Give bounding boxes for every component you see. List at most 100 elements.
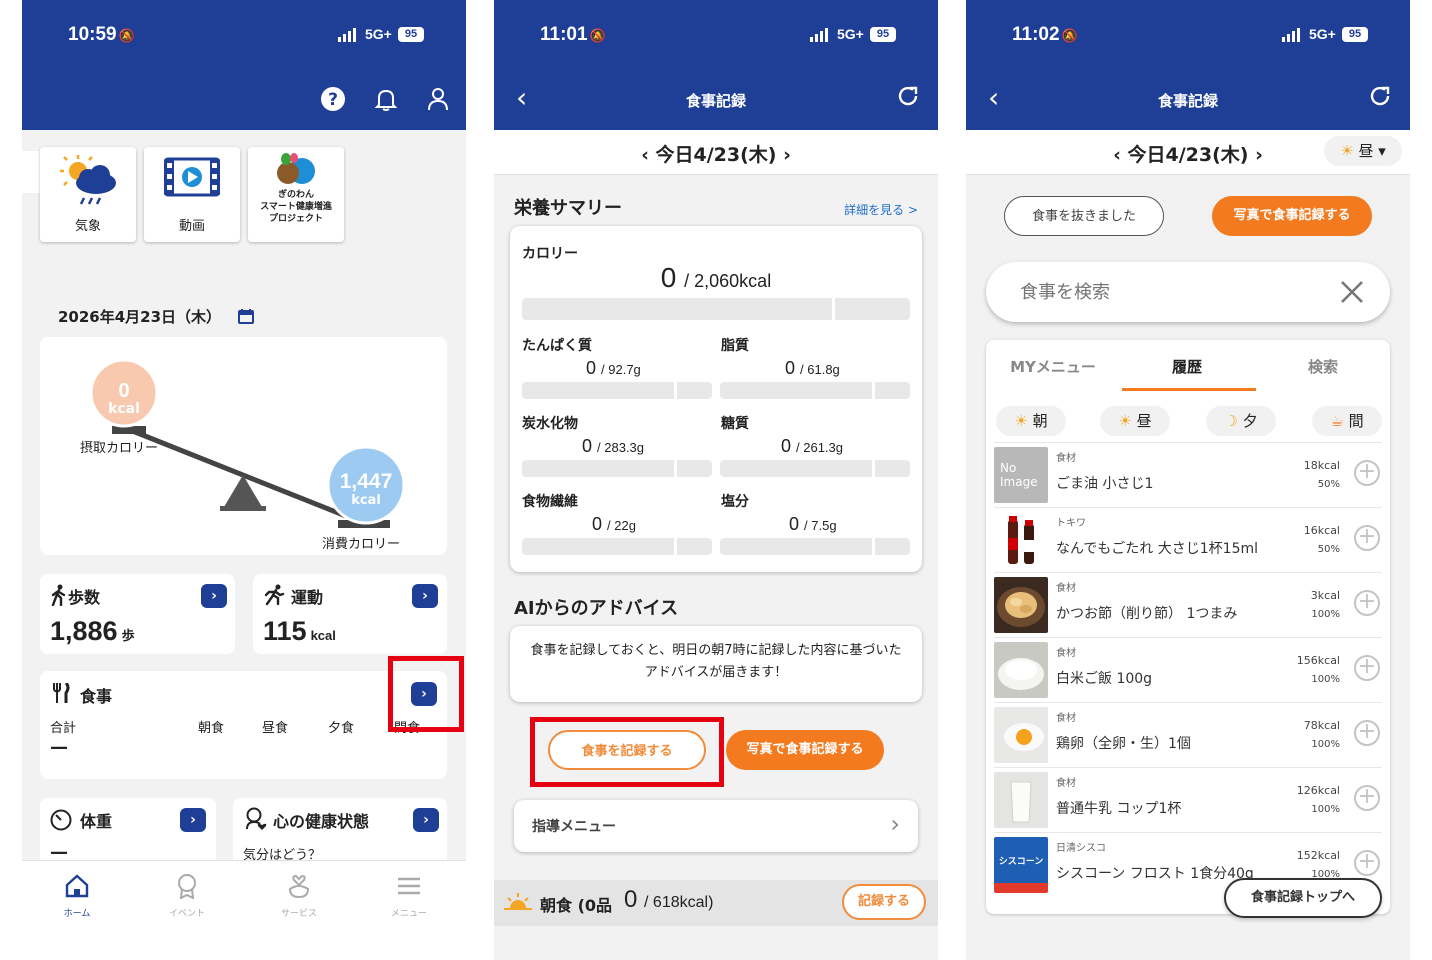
back-to-top-button[interactable]: 食事記録トップへ xyxy=(1224,878,1382,918)
nav-menu[interactable]: メニュー xyxy=(364,873,454,919)
meal-card[interactable]: 食事 › 合計 朝食 昼食 夕食 間食 — xyxy=(40,671,447,779)
refresh-icon[interactable] xyxy=(896,84,920,108)
tile-video[interactable]: 動画 xyxy=(144,147,240,242)
calorie-label: カロリー xyxy=(522,246,578,262)
summary-title: 栄養サマリー xyxy=(514,198,622,219)
help-icon[interactable]: ? xyxy=(320,86,346,112)
intake-label: 摂取カロリー xyxy=(80,441,159,456)
mental-chevron-icon[interactable]: › xyxy=(413,808,439,832)
nav-label: ホーム xyxy=(63,909,91,919)
signal-icon xyxy=(810,28,828,42)
food-category: 食材 xyxy=(1056,778,1076,789)
nav-home[interactable]: ホーム xyxy=(32,873,122,919)
intake-value: 0 xyxy=(118,380,130,402)
nutrient-target: / 22g xyxy=(607,518,636,533)
breakfast-bar: 朝食 (0品 0 / 618kcal) 記録する xyxy=(494,880,938,926)
hamburger-icon xyxy=(398,877,420,895)
silent-bell-icon: 🔕 xyxy=(1061,28,1078,43)
add-food-icon[interactable]: + xyxy=(1354,720,1380,746)
tab-my-menu[interactable]: MYメニュー xyxy=(988,356,1118,377)
food-item[interactable]: トキワ なんでもごたれ 大さじ1杯15ml 16kcal 50% + xyxy=(994,508,1382,573)
nutrient-target: / 61.8g xyxy=(800,362,840,377)
food-item[interactable]: 食材 かつお節（削り節） 1つまみ 3kcal 100% + xyxy=(994,573,1382,638)
tile-ginowan-project[interactable]: ぎのわん スマート健康増進 プロジェクト xyxy=(248,147,344,242)
network-label: 5G+ xyxy=(1309,26,1336,42)
tab-search[interactable]: 検索 xyxy=(1258,356,1388,377)
home-date: 2026年4月23日（木） xyxy=(58,308,222,326)
close-icon[interactable] xyxy=(1340,280,1364,304)
meal-col-lunch: 昼食 xyxy=(262,721,289,736)
add-food-icon[interactable]: + xyxy=(1354,590,1380,616)
add-food-icon[interactable]: + xyxy=(1354,655,1380,681)
tile-weather[interactable]: 気象 xyxy=(40,147,136,242)
add-food-icon[interactable]: + xyxy=(1354,850,1380,876)
exercise-chevron-icon[interactable]: › xyxy=(412,584,438,608)
weight-chevron-icon[interactable]: › xyxy=(180,808,206,832)
exercise-card[interactable]: 運動 › 115 kcal xyxy=(253,574,447,654)
nutrient-target: / 7.5g xyxy=(804,518,837,533)
filter-label: 朝 xyxy=(1032,412,1048,430)
food-name: シスコーン フロスト 1食分40g xyxy=(1056,866,1254,882)
nutrient-label: 脂質 xyxy=(721,338,749,354)
add-food-icon[interactable]: + xyxy=(1354,525,1380,551)
home-header: 526pt ? xyxy=(22,72,466,193)
breakfast-label: 朝食 (0品 xyxy=(540,896,613,915)
meal-col-breakfast: 朝食 xyxy=(198,721,225,736)
guidance-menu-label: 指導メニュー xyxy=(532,819,616,835)
filter-lunch[interactable]: ☀ 昼 xyxy=(1100,406,1170,436)
nav-event[interactable]: イベント xyxy=(142,873,232,919)
food-item[interactable]: No Image 食材 ごま油 小さじ1 18kcal 50% + xyxy=(994,443,1382,508)
walking-icon xyxy=(51,584,66,606)
nutrient-target: / 92.7g xyxy=(601,362,641,377)
food-item[interactable]: 食材 鶏卵（全卵・生）1個 78kcal 100% + xyxy=(994,703,1382,768)
filter-label: 昼 xyxy=(1136,412,1152,430)
food-item[interactable]: 食材 普通牛乳 コップ1杯 126kcal 100% + xyxy=(994,768,1382,833)
advice-text: 食事を記録しておくと、明日の朝7時に記録した内容に基づいたアドバイスが届きます！ xyxy=(530,643,902,680)
steps-card[interactable]: 歩数 › 1,886 歩 xyxy=(40,574,235,654)
steps-chevron-icon[interactable]: › xyxy=(201,584,227,608)
add-food-icon[interactable]: + xyxy=(1354,460,1380,486)
status-bar: 11:02 🔕 5G+ 95 xyxy=(966,0,1410,72)
record-header: ‹ 食事記録 xyxy=(494,72,938,130)
nutrient-label: 食物繊維 xyxy=(522,494,578,510)
nav-service[interactable]: サービス xyxy=(254,873,344,919)
detail-link[interactable]: 詳細を見る > xyxy=(844,201,918,218)
add-food-icon[interactable]: + xyxy=(1354,785,1380,811)
advice-title: AIからのアドバイス xyxy=(514,598,679,619)
user-icon[interactable] xyxy=(425,86,451,112)
prev-day-icon[interactable]: ‹ xyxy=(641,144,655,166)
skip-meal-button[interactable]: 食事を抜きました xyxy=(1004,196,1164,236)
next-day-icon[interactable]: › xyxy=(776,144,791,166)
nutrient-label: 塩分 xyxy=(721,494,749,510)
battery-icon: 95 xyxy=(1342,27,1368,42)
food-search-input[interactable] xyxy=(1018,276,1322,308)
tab-history[interactable]: 履歴 xyxy=(1122,356,1252,377)
sauce-bottle-image xyxy=(994,512,1048,568)
photo-record-button[interactable]: 写真で食事記録する xyxy=(1212,196,1372,236)
home-screen: 10:59🔕 5G+ 95 526pt ? 気象 動画 ぎのわ xyxy=(22,0,466,960)
guidance-menu[interactable]: 指導メニュー › xyxy=(514,800,918,852)
bell-icon[interactable] xyxy=(373,86,399,112)
food-search[interactable] xyxy=(986,262,1390,322)
refresh-icon[interactable] xyxy=(1368,84,1392,108)
filter-dinner[interactable]: ☽ 夕 xyxy=(1206,406,1276,436)
prev-day-icon[interactable]: ‹ xyxy=(1113,144,1127,166)
weight-title: 体重 xyxy=(80,812,113,831)
filter-breakfast[interactable]: ☀ 朝 xyxy=(996,406,1066,436)
steps-value: 1,886 xyxy=(50,616,118,646)
food-image: No Image xyxy=(994,447,1048,503)
food-item[interactable]: 食材 白米ご飯 100g 156kcal 100% + xyxy=(994,638,1382,703)
food-category: 日清シスコ xyxy=(1056,843,1106,854)
tab-underline xyxy=(1122,388,1256,391)
moon-icon: ☽ xyxy=(1224,412,1238,430)
breakfast-record-button[interactable]: 記録する xyxy=(842,884,926,920)
food-kcal: 126kcal xyxy=(1296,784,1340,797)
cup-icon: ☕ xyxy=(1330,412,1344,430)
photo-record-button[interactable]: 写真で食事記録する xyxy=(726,730,884,770)
calendar-icon[interactable] xyxy=(238,308,255,324)
filter-snack[interactable]: ☕ 間 xyxy=(1312,406,1382,436)
meal-time-select[interactable]: ☀ 昼 ▾ xyxy=(1324,136,1402,166)
weather-icon xyxy=(60,155,116,205)
next-day-icon[interactable]: › xyxy=(1248,144,1263,166)
status-bar: 10:59 🔕 5G+ 95 xyxy=(22,0,466,72)
